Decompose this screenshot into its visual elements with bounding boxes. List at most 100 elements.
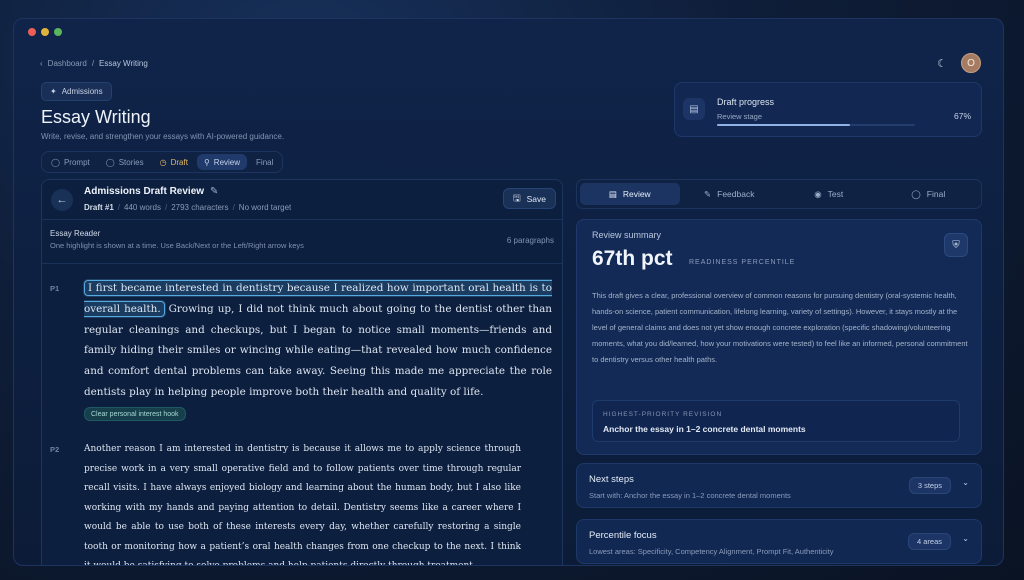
- tab-label: Final: [926, 189, 946, 199]
- top-actions: ☾ O: [937, 53, 981, 73]
- pencil-icon[interactable]: ✎: [210, 186, 218, 197]
- reader-hint: One highlight is shown at a time. Use Ba…: [50, 241, 304, 250]
- stage-label: Draft: [170, 157, 188, 167]
- pen-icon: ✎: [704, 188, 712, 199]
- document-icon: ▤: [608, 188, 617, 199]
- tab-test[interactable]: ◉ Test: [779, 183, 879, 205]
- readiness-score: 67th pct: [592, 247, 673, 270]
- chevron-left-icon: ‹: [40, 59, 43, 68]
- review-summary-card: Review summary 67th pct READINESS PERCEN…: [576, 219, 982, 455]
- percentile-focus-subtitle: Lowest areas: Specificity, Competency Al…: [589, 547, 834, 556]
- tab-label: Feedback: [717, 189, 755, 199]
- check-circle-icon: ◯: [51, 157, 60, 167]
- back-button[interactable]: ←: [51, 189, 73, 211]
- maximize-window-button[interactable]: [54, 28, 62, 36]
- percentile-focus-title: Percentile focus: [589, 530, 657, 541]
- paragraph-text: Another reason I am interested in dentis…: [84, 444, 521, 566]
- save-label: Save: [526, 193, 546, 204]
- separator: /: [164, 203, 168, 212]
- paragraph-text: I first became interested in dentistry b…: [84, 278, 552, 403]
- chevron-down-icon[interactable]: ⌄: [962, 534, 969, 543]
- draft-number: Draft #1: [84, 203, 114, 212]
- character-count: 2793 characters: [171, 203, 229, 212]
- feedback-tag[interactable]: Clear personal interest hook: [84, 407, 186, 421]
- progress-track: [717, 124, 915, 126]
- score-caption: READINESS PERCENTILE: [689, 259, 796, 266]
- word-target: No word target: [238, 203, 292, 212]
- close-window-button[interactable]: [28, 28, 36, 36]
- next-steps-subtitle: Start with: Anchor the essay in 1–2 conc…: [589, 491, 791, 500]
- steps-badge: 3 steps: [908, 477, 951, 494]
- check-circle-icon: ◯: [911, 188, 921, 199]
- sparkle-icon: ✦: [50, 87, 57, 96]
- stage-stepper: ◯ Prompt ◯ Stories ◷ Draft ⚲ Review Fina…: [41, 151, 284, 173]
- paragraph-rest: Growing up, I did not think much about g…: [84, 302, 552, 398]
- reader-title: Essay Reader: [50, 229, 101, 238]
- stage-review[interactable]: ⚲ Review: [196, 154, 248, 170]
- category-tag-label: Admissions: [61, 87, 103, 96]
- summary-body: This draft gives a clear, professional o…: [592, 291, 968, 364]
- areas-badge: 4 areas: [907, 533, 951, 550]
- avatar[interactable]: O: [961, 53, 981, 73]
- progress-percent: 67%: [953, 111, 971, 121]
- chevron-down-icon[interactable]: ⌄: [962, 478, 969, 487]
- separator: /: [232, 203, 235, 212]
- summary-label: Review summary: [592, 230, 662, 240]
- word-count: 440 words: [124, 203, 161, 212]
- priority-revision: HIGHEST-PRIORITY REVISION Anchor the ess…: [592, 400, 960, 442]
- tab-final[interactable]: ◯ Final: [879, 183, 979, 205]
- reader-bar: Essay Reader One highlight is shown at a…: [42, 220, 562, 264]
- shield-icon[interactable]: ⛨: [944, 233, 968, 257]
- paragraph-label: P2: [50, 445, 60, 454]
- clock-icon: ◷: [159, 157, 167, 167]
- tab-review[interactable]: ▤ Review: [580, 183, 680, 205]
- document-icon: ▤: [683, 98, 705, 120]
- save-button[interactable]: 🖫 Save: [502, 188, 556, 209]
- tab-label: Review: [622, 189, 651, 199]
- stage-label: Stories: [118, 157, 144, 167]
- stage-label: Review: [213, 157, 241, 167]
- paragraph-count: 6 paragraphs: [506, 236, 554, 245]
- review-tabs: ▤ Review ✎ Feedback ◉ Test ◯ Final: [576, 179, 982, 209]
- next-steps-accordion[interactable]: Next steps Start with: Anchor the essay …: [576, 463, 982, 508]
- tab-label: Test: [827, 189, 844, 199]
- essay-panel: ← Admissions Draft Review ✎ Draft #1 / 4…: [41, 179, 563, 566]
- percentile-focus-accordion[interactable]: Percentile focus Lowest areas: Specifici…: [576, 519, 982, 564]
- progress-label: Draft progress: [717, 97, 775, 107]
- save-icon: 🖫: [512, 192, 521, 203]
- moon-icon[interactable]: ☾: [937, 57, 947, 70]
- page-subtitle: Write, revise, and strengthen your essay…: [41, 132, 285, 141]
- stage-stories[interactable]: ◯ Stories: [99, 154, 151, 170]
- stage-draft[interactable]: ◷ Draft: [153, 154, 195, 170]
- title-bar: [14, 19, 1003, 45]
- paragraph-label: P1: [50, 284, 60, 293]
- breadcrumb: ‹ Dashboard / Essay Writing: [40, 59, 148, 68]
- breadcrumb-current: Essay Writing: [99, 59, 148, 68]
- next-steps-title: Next steps: [589, 474, 634, 485]
- eye-icon: ◉: [814, 188, 822, 199]
- arrow-left-icon: ←: [56, 194, 68, 206]
- separator: /: [117, 203, 121, 212]
- stage-final[interactable]: Final: [249, 154, 280, 170]
- progress-stage: Review stage: [717, 112, 763, 121]
- priority-caption: HIGHEST-PRIORITY REVISION: [603, 411, 723, 418]
- app-window: ‹ Dashboard / Essay Writing ☾ O ✦ Admiss…: [13, 18, 1004, 566]
- stage-label: Prompt: [63, 157, 90, 167]
- search-icon: ⚲: [203, 157, 210, 167]
- minimize-window-button[interactable]: [41, 28, 49, 36]
- breadcrumb-separator: /: [91, 59, 95, 68]
- draft-progress-card: ▤ Draft progress Review stage 67%: [674, 82, 982, 137]
- priority-text: Anchor the essay in 1–2 concrete dental …: [603, 424, 806, 434]
- draft-title: Admissions Draft Review ✎: [84, 186, 218, 197]
- draft-title-text: Admissions Draft Review: [84, 186, 205, 197]
- progress-fill: [717, 124, 850, 126]
- stage-label: Final: [256, 157, 274, 167]
- draft-header: ← Admissions Draft Review ✎ Draft #1 / 4…: [42, 180, 562, 220]
- tab-feedback[interactable]: ✎ Feedback: [680, 183, 780, 205]
- breadcrumb-dashboard[interactable]: Dashboard: [48, 59, 87, 68]
- draft-meta: Draft #1 / 440 words / 2793 characters /…: [84, 203, 291, 212]
- page-title: Essay Writing: [41, 107, 151, 127]
- check-circle-icon: ◯: [105, 157, 115, 167]
- category-tag: ✦ Admissions: [41, 82, 112, 101]
- stage-prompt[interactable]: ◯ Prompt: [44, 154, 97, 170]
